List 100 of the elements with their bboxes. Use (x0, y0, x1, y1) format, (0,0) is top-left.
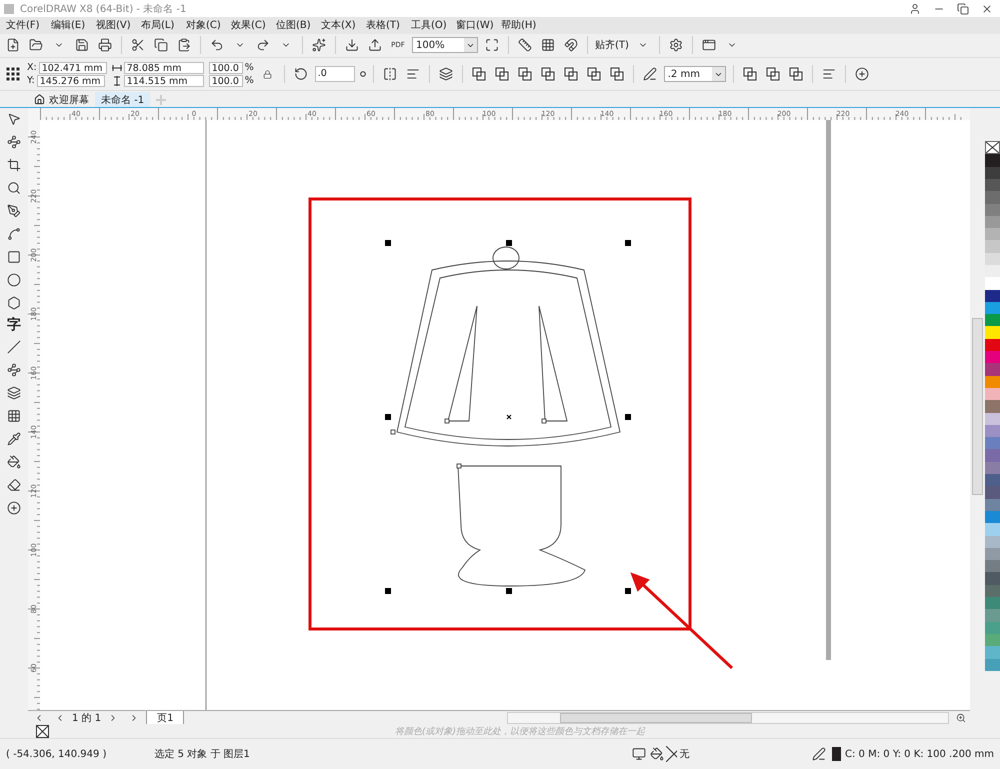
print-icon[interactable] (98, 38, 112, 52)
full-screen-icon[interactable] (485, 38, 499, 52)
trim-icon[interactable] (494, 67, 509, 82)
no-fill-icon[interactable] (36, 724, 49, 738)
menu-item[interactable]: 对象(C) (186, 18, 223, 32)
zoom-level-field[interactable]: 100% (412, 37, 478, 54)
color-swatch[interactable] (985, 449, 1000, 462)
selection-handle[interactable] (625, 240, 631, 246)
color-swatch[interactable] (985, 498, 1000, 511)
menu-item[interactable]: 位图(B) (276, 18, 313, 32)
zoom-icon[interactable] (956, 712, 966, 723)
selection-handle[interactable] (385, 240, 391, 246)
no-color-swatch[interactable] (985, 141, 1000, 154)
zoom-tool-icon[interactable] (7, 181, 21, 196)
text-tool[interactable]: 字 (7, 317, 21, 334)
outline-width-field[interactable]: .2 mm (664, 66, 726, 82)
export-icon[interactable] (368, 38, 382, 52)
node-handle[interactable] (542, 418, 546, 424)
selection-handle[interactable] (506, 588, 512, 594)
outline-pen-icon[interactable] (812, 746, 826, 761)
document-tab[interactable]: 未命名 -1 (95, 92, 150, 108)
redo-icon[interactable] (256, 38, 270, 52)
mirror-horizontal-icon[interactable] (382, 67, 397, 82)
outline-pen-icon[interactable] (642, 67, 657, 82)
break-apart-icon[interactable] (766, 67, 780, 82)
color-swatch[interactable] (985, 338, 1000, 352)
polygon-tool-icon[interactable] (7, 296, 21, 310)
scale-x-field[interactable]: 100.0 (208, 62, 243, 74)
color-swatch[interactable] (985, 277, 1000, 290)
color-swatch[interactable] (985, 523, 1000, 536)
selection-handle[interactable] (506, 240, 512, 246)
selection-handle[interactable] (625, 414, 631, 420)
dropdown-caret-icon[interactable] (712, 67, 725, 82)
color-swatch[interactable] (985, 510, 1000, 524)
horizontal-scrollbar[interactable] (507, 712, 949, 724)
rotation-field[interactable]: .0 (314, 66, 355, 82)
front-minus-back-icon[interactable] (564, 67, 578, 82)
add-icon[interactable] (854, 67, 869, 82)
close-button[interactable] (981, 2, 993, 14)
menu-item[interactable]: 帮助(H) (501, 18, 538, 32)
width-field[interactable]: 78.085 mm (124, 62, 204, 74)
menu-item[interactable]: 视图(V) (96, 18, 133, 32)
ungroup-icon[interactable] (788, 67, 803, 82)
color-swatch[interactable] (985, 462, 1000, 474)
snap-to-menu[interactable]: 贴齐(T) (595, 38, 629, 52)
color-swatch[interactable] (985, 658, 1000, 671)
line-tool-icon[interactable] (7, 340, 21, 354)
undo-icon[interactable] (210, 38, 224, 52)
account-icon[interactable] (909, 2, 921, 14)
ellipse-tool-icon[interactable] (7, 273, 21, 288)
open-folder-icon[interactable] (29, 38, 43, 52)
color-swatch[interactable] (985, 646, 1000, 658)
node-handle[interactable] (456, 464, 462, 469)
selection-handle[interactable] (385, 588, 391, 594)
node-handle[interactable] (444, 418, 450, 424)
color-swatch[interactable] (985, 314, 1000, 326)
color-swatch[interactable] (985, 228, 1000, 240)
color-swatch[interactable] (985, 548, 1000, 560)
color-swatch[interactable] (985, 191, 1000, 204)
color-swatch[interactable] (985, 376, 1000, 388)
boundary-icon[interactable] (610, 67, 624, 82)
color-swatch[interactable] (985, 437, 1000, 450)
color-swatch[interactable] (985, 474, 1000, 486)
eyedropper-tool-icon[interactable] (7, 432, 21, 446)
color-swatch[interactable] (985, 302, 1000, 314)
menu-item[interactable]: 效果(C) (231, 18, 268, 32)
back-minus-front-icon[interactable] (586, 67, 601, 82)
color-swatch[interactable] (985, 363, 1000, 376)
grid-icon[interactable] (541, 38, 555, 52)
y-position-field[interactable]: 145.276 mm (36, 74, 105, 87)
intersect-icon[interactable] (518, 67, 532, 82)
color-swatch[interactable] (985, 204, 1000, 216)
restore-button[interactable] (957, 2, 969, 14)
node-handle[interactable] (390, 430, 396, 435)
cut-icon[interactable] (131, 38, 145, 52)
color-swatch[interactable] (985, 240, 1000, 253)
color-swatch[interactable] (985, 400, 1000, 413)
color-swatch[interactable] (985, 252, 1000, 265)
color-swatch[interactable] (985, 560, 1000, 572)
paste-icon[interactable] (177, 38, 191, 52)
color-swatch[interactable] (985, 412, 1000, 425)
height-field[interactable]: 114.515 mm (124, 74, 204, 87)
shadow-tool-icon[interactable] (7, 386, 21, 400)
lock-ratio-icon[interactable] (263, 70, 272, 79)
launch-window-icon[interactable] (702, 38, 716, 52)
menu-item[interactable]: 文本(X) (321, 18, 358, 32)
color-swatch[interactable] (985, 351, 1000, 364)
dropdown-caret-icon[interactable] (464, 38, 477, 52)
simplify-icon[interactable] (540, 67, 555, 82)
add-tool-icon[interactable] (7, 501, 21, 516)
color-swatch[interactable] (985, 326, 1000, 339)
combine-icon[interactable] (742, 67, 757, 82)
menu-item[interactable]: 表格(T) (366, 18, 403, 32)
menu-item[interactable]: 布局(L) (141, 18, 178, 32)
transparency-tool-icon[interactable] (7, 409, 21, 424)
curve-tool-icon[interactable] (7, 227, 21, 242)
color-swatch[interactable] (985, 634, 1000, 646)
color-swatch[interactable] (985, 166, 1000, 179)
color-swatch[interactable] (985, 178, 1000, 192)
import-icon[interactable] (345, 38, 359, 52)
